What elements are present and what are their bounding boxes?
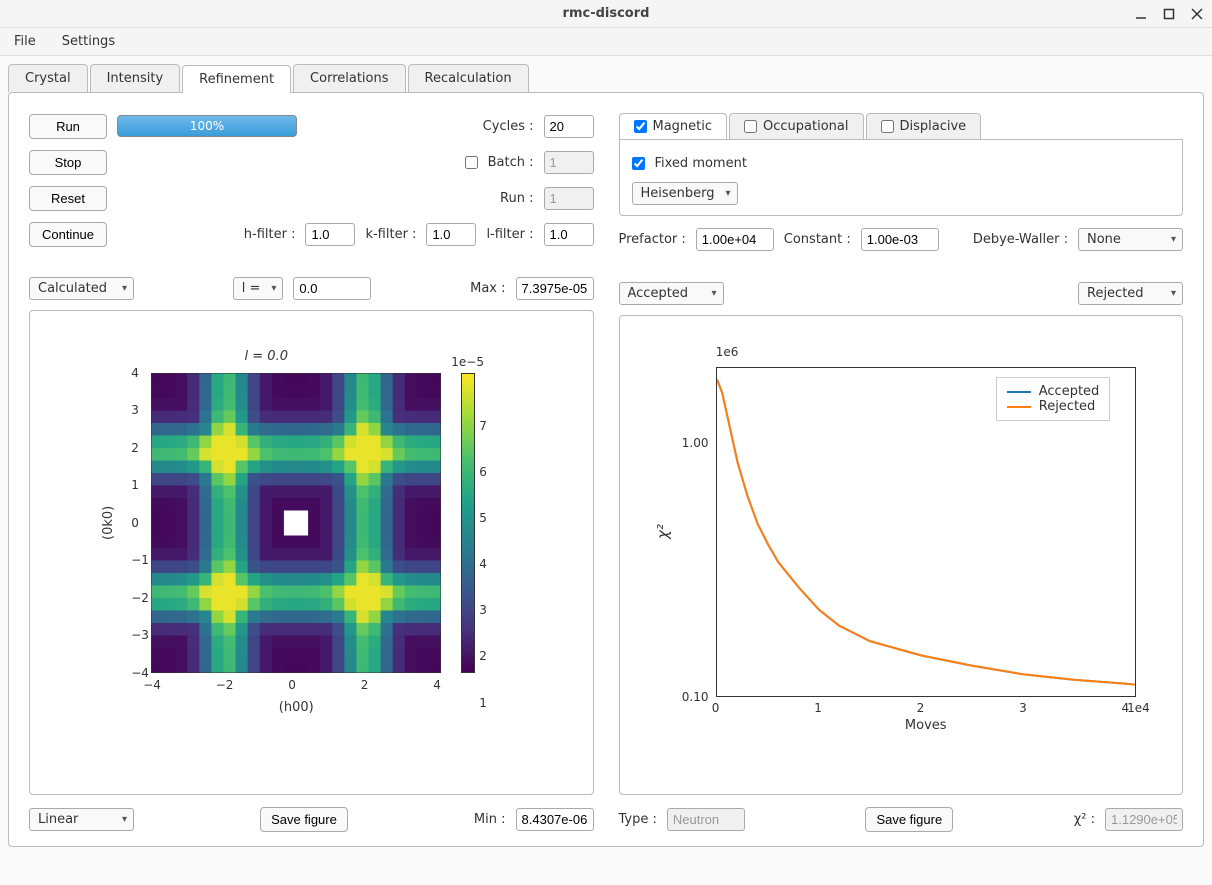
max-label: Max : <box>470 281 505 296</box>
heatmap-xlabel: (h00) <box>151 700 441 715</box>
batch-input <box>544 151 594 174</box>
magnetic-checkbox[interactable] <box>634 120 647 133</box>
occupational-checkbox[interactable] <box>744 120 757 133</box>
chi2-plot-frame: χ² 1e6 0.101.00 01234 Moves 1e4 Accepted… <box>619 315 1184 795</box>
l-filter-input[interactable] <box>544 223 594 246</box>
h-filter-label: h-filter : <box>244 227 296 242</box>
menu-settings[interactable]: Settings <box>58 32 119 51</box>
h-filter-input[interactable] <box>305 223 355 246</box>
constant-label: Constant : <box>784 232 851 247</box>
prefactor-label: Prefactor : <box>619 232 686 247</box>
tab-intensity[interactable]: Intensity <box>90 64 181 92</box>
subtab-occupational[interactable]: Occupational <box>729 113 863 139</box>
batch-checkbox[interactable] <box>465 156 478 169</box>
prefactor-input[interactable] <box>696 228 774 251</box>
linechart-xscale-note: 1e4 <box>1127 701 1150 715</box>
type-input <box>667 808 745 831</box>
type-label: Type : <box>619 812 657 827</box>
run-button[interactable]: Run <box>29 114 107 139</box>
stop-button[interactable]: Stop <box>29 150 107 175</box>
subtab-magnetic[interactable]: Magnetic <box>619 113 728 139</box>
tab-refinement[interactable]: Refinement <box>182 65 291 93</box>
heatmap-plot-frame: l = 0.0 (0k0) (h00) −4−3−2−101234 −4−202… <box>29 310 594 795</box>
linechart-legend: Accepted Rejected <box>996 377 1111 421</box>
model-subtabs: Magnetic Occupational Displacive <box>619 113 1184 140</box>
window-title: rmc-discord <box>563 6 650 21</box>
linechart-xlabel: Moves <box>716 718 1136 733</box>
l-filter-label: l-filter : <box>486 227 533 242</box>
fixed-moment-label: Fixed moment <box>655 156 747 171</box>
debye-waller-label: Debye-Waller : <box>973 232 1068 247</box>
tab-recalculation[interactable]: Recalculation <box>408 64 529 92</box>
tabbar: Crystal Intensity Refinement Correlation… <box>8 64 1212 92</box>
progress-bar: 100% <box>117 115 297 137</box>
colorbar <box>461 373 475 673</box>
reset-button[interactable]: Reset <box>29 186 107 211</box>
heatmap-title: l = 0.0 <box>91 349 441 364</box>
run-n-input <box>544 187 594 210</box>
run-n-label: Run : <box>500 191 533 206</box>
k-filter-label: k-filter : <box>365 227 416 242</box>
subtab-displacive[interactable]: Displacive <box>866 113 982 139</box>
scale-select[interactable]: Linear <box>29 808 134 831</box>
chi2-label: χ² : <box>1074 812 1095 827</box>
batch-label: Batch : <box>488 155 534 170</box>
slice-axis-select[interactable]: l = <box>233 277 284 300</box>
min-label: Min : <box>474 812 506 827</box>
displacive-checkbox[interactable] <box>881 120 894 133</box>
maximize-icon[interactable] <box>1162 7 1176 21</box>
fixed-moment-checkbox[interactable] <box>632 157 645 170</box>
menubar: File Settings <box>0 28 1212 56</box>
slice-value-input[interactable] <box>293 277 371 300</box>
menu-file[interactable]: File <box>10 32 40 51</box>
save-figure-right-button[interactable]: Save figure <box>865 807 953 832</box>
heatmap-ylabel: (0k0) <box>101 373 116 673</box>
min-input[interactable] <box>516 808 594 831</box>
model-select[interactable]: Heisenberg <box>632 182 738 205</box>
chi2-input <box>1105 808 1183 831</box>
titlebar: rmc-discord <box>0 0 1212 28</box>
tab-crystal[interactable]: Crystal <box>8 64 88 92</box>
main-panel: Run 100% Cycles : Stop Batch : Reset Run… <box>8 92 1204 847</box>
colorbar-scale-label: 1e−5 <box>451 355 484 369</box>
max-input[interactable] <box>516 277 594 300</box>
model-subpanel: Fixed moment Heisenberg <box>619 140 1184 216</box>
right-column: Magnetic Occupational Displacive Fixed m… <box>619 113 1184 832</box>
linechart-yscale-note: 1e6 <box>716 345 739 359</box>
chi2-right-select[interactable]: Rejected <box>1078 282 1183 305</box>
k-filter-input[interactable] <box>426 223 476 246</box>
cycles-input[interactable] <box>544 115 594 138</box>
tab-correlations[interactable]: Correlations <box>293 64 405 92</box>
chi2-left-select[interactable]: Accepted <box>619 282 724 305</box>
save-figure-left-button[interactable]: Save figure <box>260 807 348 832</box>
view-select[interactable]: Calculated <box>29 277 134 300</box>
minimize-icon[interactable] <box>1134 7 1148 21</box>
debye-waller-select[interactable]: None <box>1078 228 1183 251</box>
close-icon[interactable] <box>1190 7 1204 21</box>
continue-button[interactable]: Continue <box>29 222 107 247</box>
linechart-ylabel: χ² <box>654 367 672 697</box>
constant-input[interactable] <box>861 228 939 251</box>
heatmap-plot <box>151 373 441 673</box>
left-column: Run 100% Cycles : Stop Batch : Reset Run… <box>29 113 594 832</box>
cycles-label: Cycles : <box>483 119 534 134</box>
